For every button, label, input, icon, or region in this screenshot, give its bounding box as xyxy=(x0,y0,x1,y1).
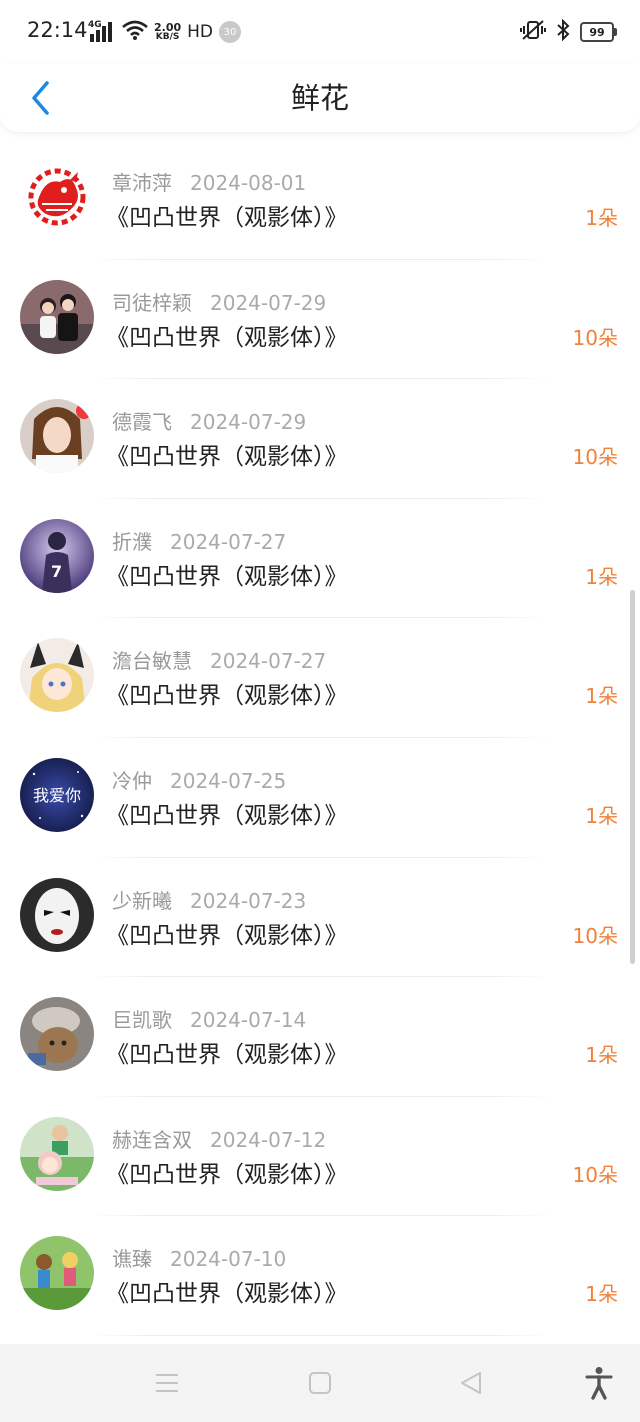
avatar[interactable]: 7 xyxy=(20,518,94,593)
avatar[interactable]: 我爱你 xyxy=(20,757,94,832)
avatar-text: 我爱你 xyxy=(33,786,81,805)
user-name: 德霞飞 xyxy=(112,410,172,435)
flower-amount: 10朵 xyxy=(572,1162,618,1187)
user-name: 谯臻 xyxy=(112,1247,152,1272)
list-item[interactable]: 巨凯歌 2024-07-14 《凹凸世界（观影体）》 1朵 xyxy=(0,977,640,1097)
list-item[interactable]: 澹台敏慧 2024-07-27 《凹凸世界（观影体）》 1朵 xyxy=(0,618,640,738)
user-name: 冷仲 xyxy=(112,768,152,793)
avatar[interactable] xyxy=(20,399,94,474)
status-icons-right: 99 xyxy=(520,18,617,46)
svg-text:7: 7 xyxy=(51,562,62,581)
system-nav-bar xyxy=(0,1344,640,1422)
book-title: 《凹凸世界（观影体）》 xyxy=(106,1042,348,1069)
book-title: 《凹凸世界（观影体）》 xyxy=(106,324,348,351)
flower-amount: 1朵 xyxy=(585,1282,618,1307)
date: 2024-07-29 xyxy=(190,410,307,435)
battery-icon: 99 xyxy=(580,22,617,42)
avatar[interactable] xyxy=(20,997,94,1072)
date: 2024-07-27 xyxy=(170,529,287,554)
avatar[interactable] xyxy=(20,1116,94,1191)
list-item[interactable]: 德霞飞 2024-07-29 《凹凸世界（观影体）》 10朵 xyxy=(0,379,640,499)
book-title: 《凹凸世界（观影体）》 xyxy=(106,1161,348,1188)
avatar[interactable] xyxy=(20,279,94,354)
divider xyxy=(88,1334,552,1336)
book-title: 《凹凸世界（观影体）》 xyxy=(106,205,348,231)
avatar[interactable] xyxy=(20,160,94,234)
clock: 22:14 xyxy=(27,18,88,42)
list-item[interactable]: 7 折濮 2024-07-27 《凹凸世界（观影体）》 1朵 xyxy=(0,499,640,619)
back-triangle-icon[interactable] xyxy=(456,1368,486,1398)
hd-label: HD xyxy=(187,22,214,42)
app-header: 鲜花 xyxy=(0,64,640,132)
book-title: 《凹凸世界（观影体）》 xyxy=(106,563,348,590)
date: 2024-07-23 xyxy=(190,888,307,913)
flower-amount: 10朵 xyxy=(572,923,618,948)
date: 2024-07-14 xyxy=(190,1008,307,1033)
date: 2024-07-25 xyxy=(170,768,287,793)
list-item[interactable]: 少新曦 2024-07-23 《凹凸世界（观影体）》 10朵 xyxy=(0,858,640,978)
user-name: 赫连含双 xyxy=(112,1127,192,1152)
date: 2024-07-29 xyxy=(210,290,327,315)
flower-amount: 1朵 xyxy=(585,684,618,709)
user-name: 少新曦 xyxy=(112,888,172,913)
avatar[interactable] xyxy=(20,877,94,952)
user-name: 澹台敏慧 xyxy=(112,649,192,674)
user-name: 巨凯歌 xyxy=(112,1008,172,1033)
flower-amount: 1朵 xyxy=(585,803,618,828)
bluetooth-icon xyxy=(556,18,570,45)
book-title: 《凹凸世界（观影体）》 xyxy=(106,802,348,829)
menu-icon[interactable] xyxy=(152,1368,182,1398)
wifi-icon xyxy=(122,20,148,44)
avatar[interactable] xyxy=(20,638,94,713)
list-item[interactable]: 章沛萍 2024-08-01 《凹凸世界（观影体）》 1朵 xyxy=(0,140,640,260)
book-title: 《凹凸世界（观影体）》 xyxy=(106,444,348,471)
book-title: 《凹凸世界（观影体）》 xyxy=(106,922,348,949)
network-type: 4G xyxy=(88,20,102,30)
flower-list: 章沛萍 2024-08-01 《凹凸世界（观影体）》 1朵 司徒梓颖 2024-07… xyxy=(0,140,640,1336)
list-item[interactable]: 司徒梓颖 2024-07-29 《凹凸世界（观影体）》 10朵 xyxy=(0,260,640,380)
date: 2024-07-27 xyxy=(210,649,327,674)
avatar[interactable] xyxy=(20,1236,94,1311)
date: 2024-07-10 xyxy=(170,1247,287,1272)
user-name: 折濮 xyxy=(112,529,152,554)
signal-icon: 4G xyxy=(88,20,116,42)
status-bar: 22:14 4G 2.00 KB/S HD 30 99 xyxy=(0,0,640,64)
list-item[interactable]: 我爱你 冷仲 2024-07-25 《凹凸世界（观影体）》 1朵 xyxy=(0,738,640,858)
scrollbar[interactable] xyxy=(630,590,635,964)
flower-amount: 10朵 xyxy=(572,325,618,350)
date: 2024-08-01 xyxy=(190,171,307,195)
user-name: 司徒梓颖 xyxy=(112,290,192,315)
book-title: 《凹凸世界（观影体）》 xyxy=(106,1281,348,1308)
flower-amount: 10朵 xyxy=(572,445,618,470)
list-item[interactable]: 谯臻 2024-07-10 《凹凸世界（观影体）》 1朵 xyxy=(0,1216,640,1336)
page-title: 鲜花 xyxy=(290,81,349,115)
book-title: 《凹凸世界（观影体）》 xyxy=(106,683,348,710)
flower-amount: 1朵 xyxy=(585,564,618,589)
flower-amount: 1朵 xyxy=(585,1043,618,1068)
flower-amount: 1朵 xyxy=(585,206,618,230)
date: 2024-07-12 xyxy=(210,1127,327,1152)
user-name: 章沛萍 xyxy=(112,171,172,195)
notification-badge: 30 xyxy=(219,21,242,43)
network-speed: 2.00 KB/S xyxy=(154,21,182,42)
accessibility-icon[interactable] xyxy=(584,1367,614,1400)
home-icon[interactable] xyxy=(305,1368,335,1398)
status-icons-left: 4G 2.00 KB/S HD 30 xyxy=(88,18,242,46)
vibrate-icon xyxy=(520,19,546,45)
list-item[interactable]: 赫连含双 2024-07-12 《凹凸世界（观影体）》 10朵 xyxy=(0,1097,640,1217)
